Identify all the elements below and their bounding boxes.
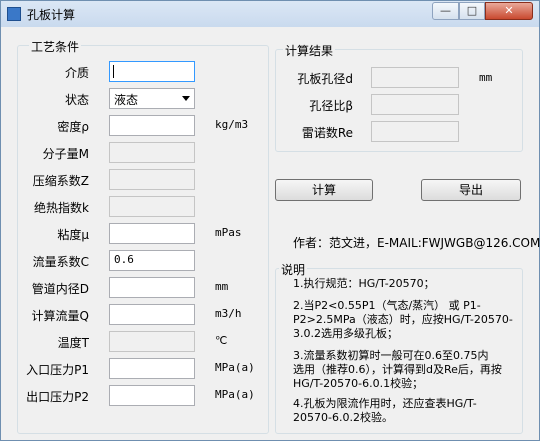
viscosity-input[interactable] — [109, 223, 195, 244]
pipe-diameter-input[interactable] — [109, 277, 195, 298]
client-area: 工艺条件 介质 状态 液态 密度ρ kg/m3 分子量M 压缩系数Z 绝热指数k… — [7, 31, 540, 436]
flow-coefficient-input[interactable]: 0.6 — [109, 250, 195, 271]
title-bar[interactable]: 孔板计算 — □ ✕ — [1, 1, 539, 27]
result-group-title: 计算结果 — [283, 42, 336, 59]
pipe-diameter-label: 管道内径D — [31, 282, 89, 296]
medium-label: 介质 — [64, 66, 89, 80]
maximize-button[interactable]: □ — [459, 2, 485, 20]
export-button[interactable]: 导出 — [421, 179, 521, 201]
adiabatic-index-label: 绝热指数k — [34, 201, 89, 215]
adiabatic-index-input[interactable] — [109, 196, 195, 217]
state-select-value: 液态 — [114, 93, 139, 107]
window-title: 孔板计算 — [27, 8, 76, 22]
orifice-diameter-output — [371, 67, 459, 88]
density-input[interactable] — [109, 115, 195, 136]
molecular-weight-label: 分子量M — [42, 147, 89, 161]
temperature-unit: ℃ — [215, 334, 228, 347]
chevron-down-icon — [182, 96, 190, 101]
author-info: 作者：范文进，E-MAIL:FWJWGB@126.COM — [293, 236, 540, 250]
inlet-pressure-input[interactable] — [109, 358, 195, 379]
compressibility-input[interactable] — [109, 169, 195, 190]
app-window: 孔板计算 — □ ✕ 工艺条件 介质 状态 液态 密度ρ kg/m3 分子量M … — [0, 0, 540, 441]
density-label: 密度ρ — [57, 120, 89, 134]
medium-input[interactable] — [109, 61, 195, 82]
orifice-diameter-unit: mm — [479, 71, 493, 84]
note-4: 4.孔板为限流作用时，还应查表HG/T- 20570-6.0.2校验。 — [293, 397, 477, 424]
minimize-button[interactable]: — — [432, 2, 459, 20]
reynolds-output — [371, 121, 459, 142]
app-icon — [7, 7, 21, 21]
viscosity-unit: mPas — [215, 226, 242, 239]
notes-group-title: 说明 — [279, 261, 308, 278]
molecular-weight-input[interactable] — [109, 142, 195, 163]
beta-ratio-label: 孔径比β — [309, 99, 353, 113]
inlet-pressure-label: 入口压力P1 — [26, 363, 89, 377]
outlet-pressure-unit: MPa(a) — [215, 388, 255, 401]
state-select[interactable]: 液态 — [109, 88, 195, 109]
outlet-pressure-input[interactable] — [109, 385, 195, 406]
viscosity-label: 粘度μ — [57, 228, 89, 242]
close-button[interactable]: ✕ — [485, 2, 533, 20]
state-label: 状态 — [64, 93, 89, 107]
inlet-pressure-unit: MPa(a) — [215, 361, 255, 374]
density-unit: kg/m3 — [215, 118, 249, 131]
temperature-input[interactable] — [109, 331, 195, 352]
note-2: 2.当P2<0.55P1（气态/蒸汽） 或 P1- P2>2.5MPa（液态）时… — [293, 299, 513, 340]
process-group-title: 工艺条件 — [29, 38, 82, 55]
orifice-diameter-label: 孔板孔径d — [297, 72, 353, 86]
beta-ratio-output — [371, 94, 459, 115]
note-1: 1.执行规范：HG/T-20570； — [293, 277, 435, 290]
flow-rate-label: 计算流量Q — [31, 309, 89, 323]
reynolds-label: 雷诺数Re — [301, 126, 353, 140]
compressibility-label: 压缩系数Z — [32, 174, 89, 188]
flow-rate-unit: m3/h — [215, 307, 242, 320]
flow-rate-input[interactable] — [109, 304, 195, 325]
calculate-button[interactable]: 计算 — [275, 179, 373, 201]
text-caret — [113, 65, 114, 78]
pipe-diameter-unit: mm — [215, 280, 229, 293]
temperature-label: 温度T — [57, 336, 89, 350]
flow-coefficient-label: 流量系数C — [32, 255, 89, 269]
note-3: 3.流量系数初算时一般可在0.6至0.75内 选用（推荐0.6），计算得到d及R… — [293, 349, 502, 390]
outlet-pressure-label: 出口压力P2 — [26, 390, 89, 404]
